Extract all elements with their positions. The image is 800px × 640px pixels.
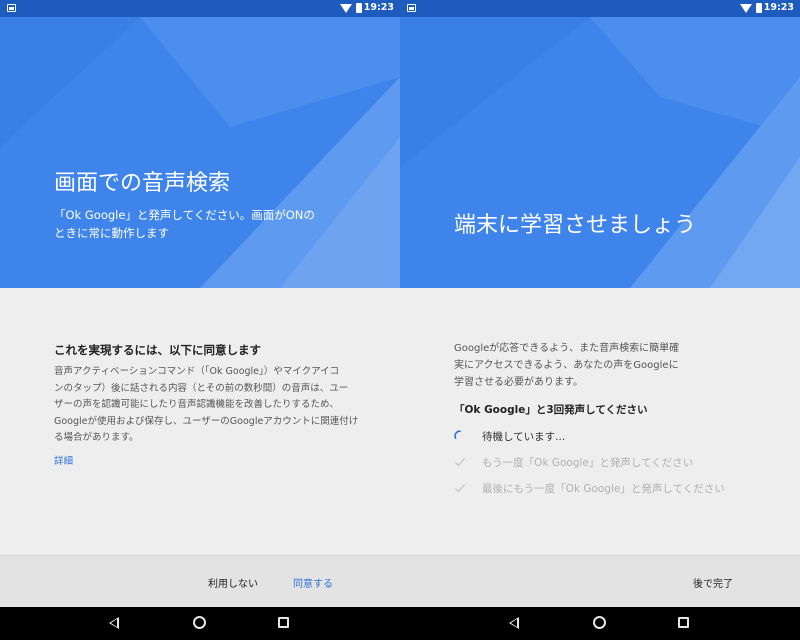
paragraph-line: る場合があります。 [54,432,139,443]
training-paragraph: Googleが応答できるよう、また音声検索に簡単確 実にアクセスできるよう、あな… [454,340,754,391]
recents-icon[interactable] [678,617,689,628]
status-bar: 19:23 [0,0,400,17]
image-notification-icon [7,4,16,12]
home-icon[interactable] [193,616,206,629]
battery-icon [756,3,762,13]
hero-banner: 端末に学習させましょう [400,17,800,288]
hero-banner: 画面での音声検索 「Ok Google」と発声してください。画面がONの ときに… [0,17,400,288]
button-bar: 利用しない 同意する [0,555,400,607]
consent-screen: 19:23 画面での音声検索 「Ok Google」と発声してください。画面がO… [0,0,400,640]
hero-subtitle-line: 「Ok Google」と発声してください。画面がONの [54,208,315,222]
accept-button[interactable]: 同意する [293,575,333,590]
paragraph-line: 音声アクティベーションコマンド（「Ok Google」）やマイクアイコ [54,366,340,377]
spinner-icon [454,430,461,439]
status-time: 19:23 [763,2,794,13]
back-icon[interactable] [109,617,119,629]
paragraph-line: ザーの声を認識可能にしたり音声認識機能を改善したりするため、 [54,399,340,410]
consent-heading: これを実現するには、以下に同意します [54,343,261,357]
paragraph-line: Googleが使用および保存し、ユーザーのGoogleアカウントに関連付け [54,415,359,427]
navigation-bar [0,607,400,640]
consent-paragraph: 音声アクティベーションコマンド（「Ok Google」）やマイクアイコ ンのタッ… [54,364,364,447]
wifi-icon [340,4,352,13]
home-icon[interactable] [593,616,606,629]
hero-title: 画面での音声検索 [54,171,231,196]
paragraph-line: 学習させる必要があります。 [454,377,583,388]
wifi-icon [740,4,752,13]
checkmark-icon [455,484,465,493]
status-bar: 19:23 [400,0,800,17]
finish-later-button[interactable]: 後で完了 [693,575,733,590]
battery-icon [356,3,362,13]
step-label: もう一度「Ok Google」と発声してください [482,457,694,469]
step-label: 最後にもう一度「Ok Google」と発声してください [482,483,725,495]
paragraph-line: ンのタップ）後に話される内容（とその前の数秒間）の音声は、ユー [54,382,349,394]
paragraph-line: Googleが応答できるよう、また音声検索に簡単確 [454,343,680,354]
hero-background-shapes [0,17,400,288]
hero-title: 端末に学習させましょう [454,213,697,238]
decline-button[interactable]: 利用しない [208,575,258,590]
paragraph-line: 実にアクセスできるよう、あなたの声をGoogleに [454,360,679,371]
image-notification-icon [407,4,416,12]
hero-subtitle: 「Ok Google」と発声してください。画面がONの ときに常に動作します [54,206,315,242]
checkmark-icon [455,458,465,467]
back-icon[interactable] [509,617,519,629]
hero-background-shapes [400,17,800,288]
voice-training-screen: 19:23 端末に学習させましょう Googleが応答できるよう、また音声検索に… [400,0,800,640]
step-label: 待機しています... [482,431,566,443]
instruction-heading: 「Ok Google」と3回発声してください [454,404,648,416]
status-time: 19:23 [363,2,394,13]
details-link[interactable]: 詳細 [54,453,73,467]
button-bar: 後で完了 [400,555,800,607]
recents-icon[interactable] [278,617,289,628]
navigation-bar [400,607,800,640]
hero-subtitle-line: ときに常に動作します [54,226,169,240]
